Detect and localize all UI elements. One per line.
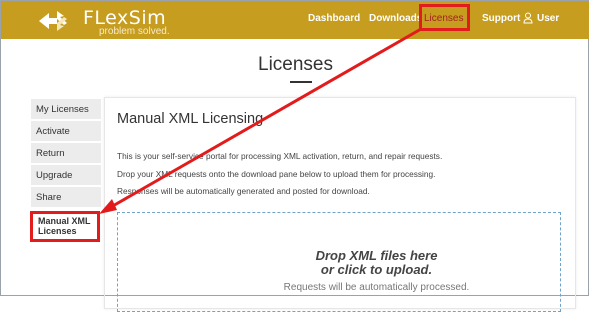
sidebar-item-my-licenses[interactable]: My Licenses [31, 99, 101, 120]
description-line: Drop your XML requests onto the download… [117, 169, 436, 179]
nav-user[interactable]: User [537, 13, 559, 24]
nav-downloads[interactable]: Downloads [369, 13, 422, 24]
nav-dashboard[interactable]: Dashboard [308, 13, 360, 24]
licenses-highlight-box [419, 4, 470, 31]
title-divider [290, 81, 312, 83]
dropzone-heading: Drop XML files here or click to upload. [1, 249, 589, 277]
main-nav: Dashboard Downloads Licenses Support Use… [1, 1, 589, 39]
top-navigation-bar: FLexSim problem solved. Dashboard Downlo… [1, 1, 589, 39]
sidebar-item-return[interactable]: Return [31, 143, 101, 164]
manual-xml-highlight-box [30, 211, 100, 242]
dropzone-subtext: Requests will be automatically processed… [283, 282, 470, 293]
panel-title: Manual XML Licensing [117, 111, 264, 127]
sidebar-item-upgrade[interactable]: Upgrade [31, 165, 101, 186]
sidebar-item-share[interactable]: Share [31, 187, 101, 208]
description-line: Responses will be automatically generate… [117, 186, 370, 196]
page-title: Licenses [258, 54, 333, 75]
description-line: This is your self-service portal for pro… [117, 151, 443, 161]
dropzone-heading-line2: or click to upload. [320, 262, 433, 277]
user-icon[interactable] [523, 12, 533, 24]
sidebar-item-activate[interactable]: Activate [31, 121, 101, 142]
nav-support[interactable]: Support [482, 13, 520, 24]
dropzone-heading-line1: Drop XML files here [315, 248, 438, 263]
